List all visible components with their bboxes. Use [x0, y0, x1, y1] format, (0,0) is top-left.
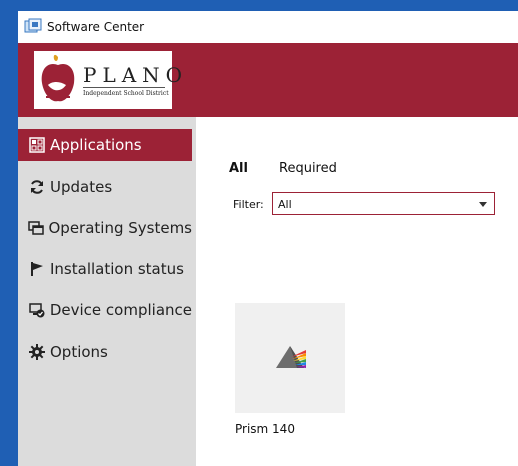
applications-icon	[28, 136, 46, 154]
software-center-app-icon	[24, 18, 42, 33]
sidebar-item-options[interactable]: Options	[18, 336, 192, 368]
tab-all[interactable]: All	[229, 161, 248, 176]
prism-icon	[276, 346, 306, 368]
plano-isd-logo: PLANO Independent School District	[34, 51, 182, 109]
app-tile-label[interactable]: Prism 140	[235, 422, 295, 436]
app-tile-prism[interactable]	[235, 303, 345, 413]
sidebar-item-applications[interactable]: Applications	[18, 129, 192, 161]
tab-required[interactable]: Required	[279, 161, 337, 176]
flag-icon	[28, 260, 46, 278]
apple-logo-icon	[41, 54, 75, 102]
sidebar-item-device-compliance[interactable]: Device compliance	[18, 294, 192, 326]
sidebar-item-label: Options	[50, 343, 108, 361]
sidebar-item-label: Installation status	[50, 260, 184, 278]
sidebar-item-installation-status[interactable]: Installation status	[18, 253, 192, 285]
sidebar-item-operating-systems[interactable]: Operating Systems	[18, 212, 192, 244]
chevron-down-icon	[479, 202, 487, 207]
windows-stack-icon	[28, 219, 44, 237]
title-bar[interactable]: Software Center	[18, 11, 518, 43]
software-center-window: Software Center PLANO Independent School…	[18, 11, 518, 466]
logo-wordmark: PLANO	[83, 63, 189, 87]
sidebar-item-label: Applications	[50, 136, 142, 154]
gear-icon	[28, 343, 46, 361]
filter-label: Filter:	[233, 198, 264, 211]
sidebar-item-label: Device compliance	[49, 301, 192, 319]
window-title: Software Center	[47, 20, 145, 34]
main-content: All Required Filter: All Prism 140	[196, 117, 518, 466]
sidebar-item-updates[interactable]: Updates	[18, 171, 192, 203]
sidebar-item-label: Updates	[50, 178, 113, 196]
desktop-background	[0, 0, 18, 466]
sidebar-item-label: Operating Systems	[48, 219, 192, 237]
organization-banner: PLANO Independent School District	[18, 43, 518, 117]
filter-dropdown[interactable]: All	[272, 192, 495, 215]
refresh-icon	[28, 178, 46, 196]
device-check-icon	[28, 301, 46, 319]
logo-subtitle: Independent School District	[83, 90, 169, 97]
filter-selected-value: All	[278, 198, 292, 211]
logo-divider	[83, 87, 165, 88]
navigation-sidebar: Applications Updates Operating Systems I…	[18, 117, 196, 466]
